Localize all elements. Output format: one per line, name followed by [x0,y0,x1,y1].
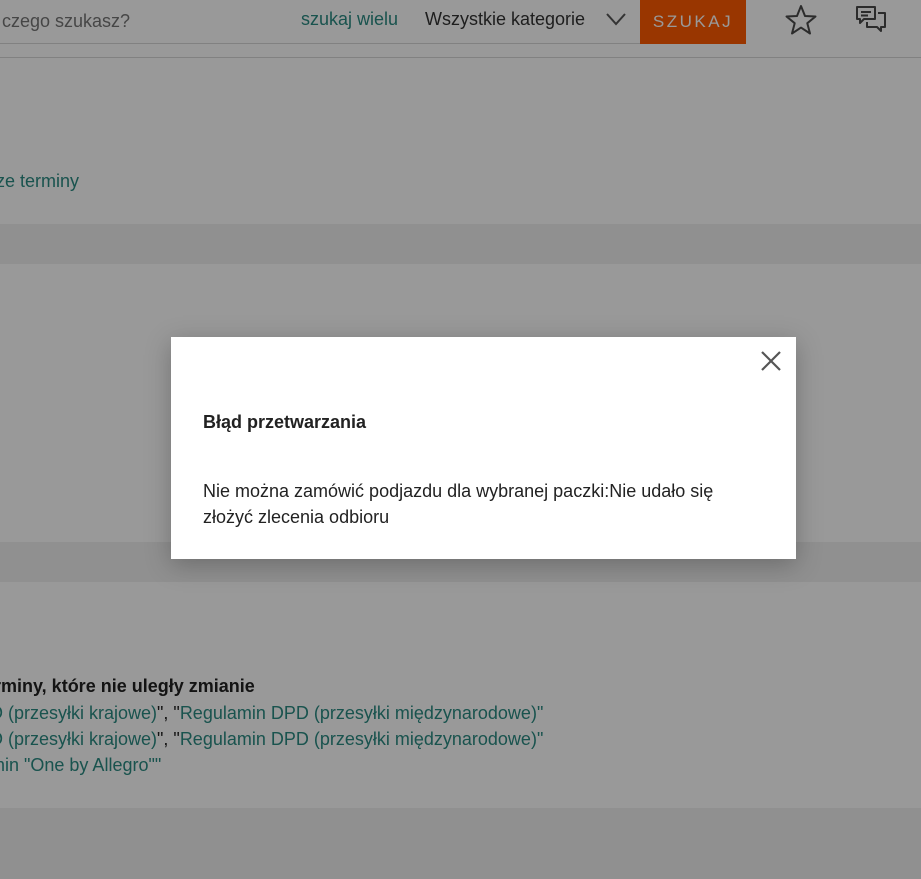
dialog-title: Błąd przetwarzania [203,412,367,432]
close-icon[interactable] [759,349,783,373]
error-dialog: Błąd przetwarzania Nie można zamówić pod… [171,337,796,559]
dialog-message: Nie można zamówić podjazdu dla wybranej … [203,481,714,527]
